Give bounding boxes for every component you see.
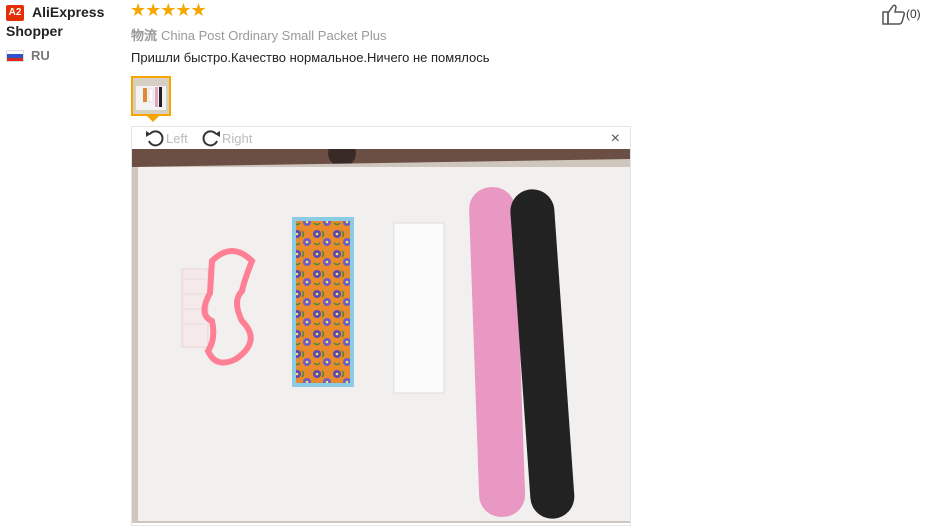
thumbs-up-icon bbox=[882, 4, 906, 25]
review-photo-thumbnail[interactable] bbox=[131, 76, 171, 116]
helpful-count: (0) bbox=[906, 7, 921, 21]
rotate-right-button[interactable]: Right bbox=[200, 127, 252, 149]
review-text: Пришли быстро.Качество нормальное.Ничего… bbox=[131, 50, 490, 65]
rotate-right-icon bbox=[202, 130, 220, 147]
rotate-left-button[interactable]: Left bbox=[144, 127, 188, 149]
star-rating: ★★★★★ bbox=[130, 0, 207, 20]
thumbnail-pointer bbox=[147, 116, 159, 122]
russia-flag-icon bbox=[6, 50, 24, 62]
rotate-left-icon bbox=[146, 130, 164, 147]
shipping-method: China Post Ordinary Small Packet Plus bbox=[161, 28, 387, 43]
close-button[interactable]: × bbox=[611, 130, 620, 148]
photo-viewer: Left Right × bbox=[131, 126, 631, 526]
reviewer-country: RU bbox=[31, 48, 50, 63]
review-photo-image bbox=[132, 149, 630, 523]
reviewer-name: AliExpress bbox=[32, 4, 105, 20]
rotate-left-label: Left bbox=[166, 130, 188, 146]
shipping-prefix: 物流 bbox=[131, 28, 158, 43]
thumbnail-image bbox=[133, 78, 169, 114]
review-photo bbox=[132, 149, 630, 523]
level-badge: A2 bbox=[6, 5, 24, 21]
helpful-button[interactable]: (0) bbox=[882, 3, 921, 25]
shipping-info: 物流 China Post Ordinary Small Packet Plus bbox=[131, 25, 386, 44]
rotate-right-label: Right bbox=[222, 130, 253, 146]
reviewer-name-line2: Shopper bbox=[6, 23, 63, 39]
